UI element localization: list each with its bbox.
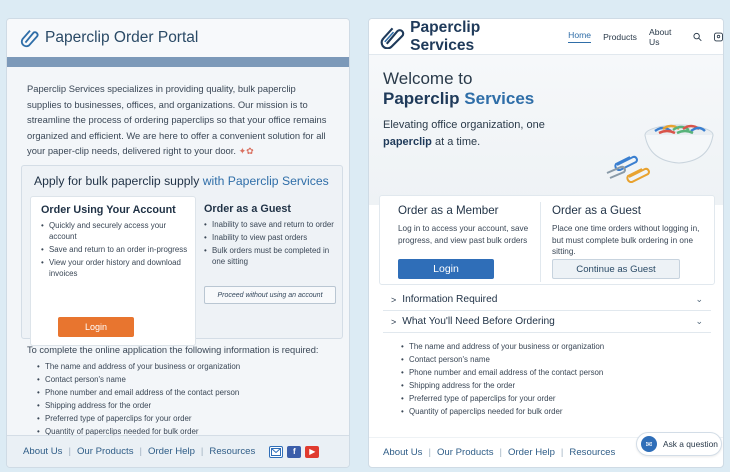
proceed-guest-button[interactable]: Proceed without using an account — [204, 286, 336, 304]
chevron-down-icon: ⌄ — [695, 316, 703, 326]
youtube-icon[interactable]: ▶ — [305, 445, 320, 458]
member-login-button[interactable]: Login — [398, 259, 494, 279]
list-item: Quickly and securely access your account — [41, 220, 189, 242]
divider: | — [560, 447, 564, 458]
requirements-list: The name and address of your business or… — [391, 341, 711, 419]
search-icon[interactable] — [693, 32, 702, 42]
list-item: The name and address of your business or… — [37, 361, 341, 372]
list-item: Contact person's name — [37, 374, 341, 385]
email-icon[interactable] — [269, 445, 284, 458]
account-icon[interactable] — [714, 32, 723, 42]
list-item: Preferred type of paperclips for your or… — [37, 413, 341, 424]
account-heading: Order Using Your Account — [41, 204, 176, 216]
apply-box: Apply for bulk paperclip supply with Pap… — [21, 165, 344, 346]
footer-link-products[interactable]: Our Products — [77, 446, 134, 457]
hero-tagline: Elevating office organization, one paper… — [383, 119, 545, 148]
account-benefits: Quickly and securely access your account… — [31, 220, 195, 279]
list-item: Quantity of paperclips needed for bulk o… — [401, 406, 705, 417]
guest-heading: Order as a Guest — [552, 204, 641, 217]
order-options: Order as a Member Log in to access your … — [379, 195, 715, 285]
guest-text: Place one time orders without logging in… — [552, 224, 700, 256]
divider: | — [428, 447, 431, 458]
accordion-before-ordering[interactable]: > What You'll Need Before Ordering ⌄ — [383, 311, 711, 333]
footer-link-about[interactable]: About Us — [23, 446, 62, 457]
nav-about[interactable]: About Us — [649, 27, 681, 47]
member-heading: Order as a Member — [398, 204, 499, 217]
services-site-panel: Paperclip Services Home Products About U… — [368, 18, 724, 468]
list-item: Phone number and email address of the co… — [37, 387, 341, 398]
guest-option: Order as a Guest Inability to save and r… — [202, 196, 344, 336]
nav-products[interactable]: Products — [603, 32, 637, 42]
portal-footer: About Us | Our Products | Order Help | R… — [7, 435, 349, 467]
footer-link-about[interactable]: About Us — [383, 447, 422, 458]
list-item: Shipping address for the order — [401, 380, 705, 391]
hero-section: Welcome to Paperclip Services Elevating … — [369, 55, 723, 205]
divider — [540, 202, 541, 282]
footer-link-help[interactable]: Order Help — [508, 447, 555, 458]
paperclip-bowl-image — [606, 124, 714, 184]
list-item: The name and address of your business or… — [401, 341, 705, 352]
hero-welcome: Welcome to — [383, 69, 473, 88]
list-item: Inability to view past orders — [204, 232, 338, 243]
divider: | — [200, 446, 204, 457]
footer-link-resources[interactable]: Resources — [209, 446, 255, 457]
nav-home[interactable]: Home — [568, 30, 592, 43]
list-item: Preferred type of paperclips for your or… — [401, 393, 705, 404]
list-item: Phone number and email address of the co… — [401, 367, 705, 378]
top-nav: Paperclip Services Home Products About U… — [369, 19, 723, 55]
list-item: Save and return to an order in-progress — [41, 244, 189, 255]
facebook-icon[interactable]: f — [287, 445, 302, 458]
list-item: Inability to save and return to order — [204, 219, 338, 230]
paperclip-doodle-icon: ✦✿ — [238, 146, 254, 156]
chevron-right-icon: > — [391, 294, 397, 305]
requirements-intro: To complete the online application the f… — [27, 345, 319, 355]
nav-links: Home Products About Us — [568, 27, 723, 47]
ask-question-button[interactable]: ✉ Ask a question — [636, 432, 722, 456]
guest-limitations: Inability to save and return to order In… — [202, 219, 344, 267]
guest-heading: Order as a Guest — [204, 203, 292, 215]
list-item: Bulk orders must be completed in one sit… — [204, 245, 338, 267]
accordion-information-required[interactable]: > Information Required ⌄ — [383, 289, 711, 311]
footer-link-products[interactable]: Our Products — [437, 447, 494, 458]
header-band — [7, 57, 349, 67]
order-portal-panel: Paperclip Order Portal Paperclip Service… — [6, 18, 350, 468]
portal-title: Paperclip Order Portal — [45, 29, 199, 46]
continue-guest-button[interactable]: Continue as Guest — [552, 259, 680, 279]
chevron-down-icon: ⌄ — [695, 294, 703, 304]
ask-question-label: Ask a question — [663, 439, 718, 449]
chat-icon: ✉ — [641, 436, 657, 452]
requirements-list: The name and address of your business or… — [27, 361, 347, 439]
paperclip-logo-icon — [380, 27, 405, 49]
list-item: Contact person's name — [401, 354, 705, 365]
social-links: f ▶ — [269, 445, 320, 458]
member-text: Log in to access your account, save prog… — [398, 224, 529, 245]
portal-header: Paperclip Order Portal — [7, 19, 349, 57]
list-item: View your order history and download inv… — [41, 257, 189, 279]
chevron-right-icon: > — [391, 316, 397, 327]
list-item: Shipping address for the order — [37, 400, 341, 411]
brand-name: Paperclip Services — [410, 18, 481, 54]
divider: | — [139, 446, 143, 457]
apply-title: Apply for bulk paperclip supply with Pap… — [34, 174, 329, 188]
divider: | — [68, 446, 71, 457]
footer-link-resources[interactable]: Resources — [569, 447, 615, 458]
hero-brand: Paperclip Services — [383, 89, 535, 108]
divider: | — [499, 447, 503, 458]
intro-text: Paperclip Services specializes in provid… — [27, 83, 327, 156]
login-button[interactable]: Login — [58, 317, 134, 337]
paperclip-logo-icon — [20, 30, 39, 48]
account-option: Order Using Your Account Quickly and sec… — [30, 196, 196, 346]
footer-link-help[interactable]: Order Help — [148, 446, 195, 457]
